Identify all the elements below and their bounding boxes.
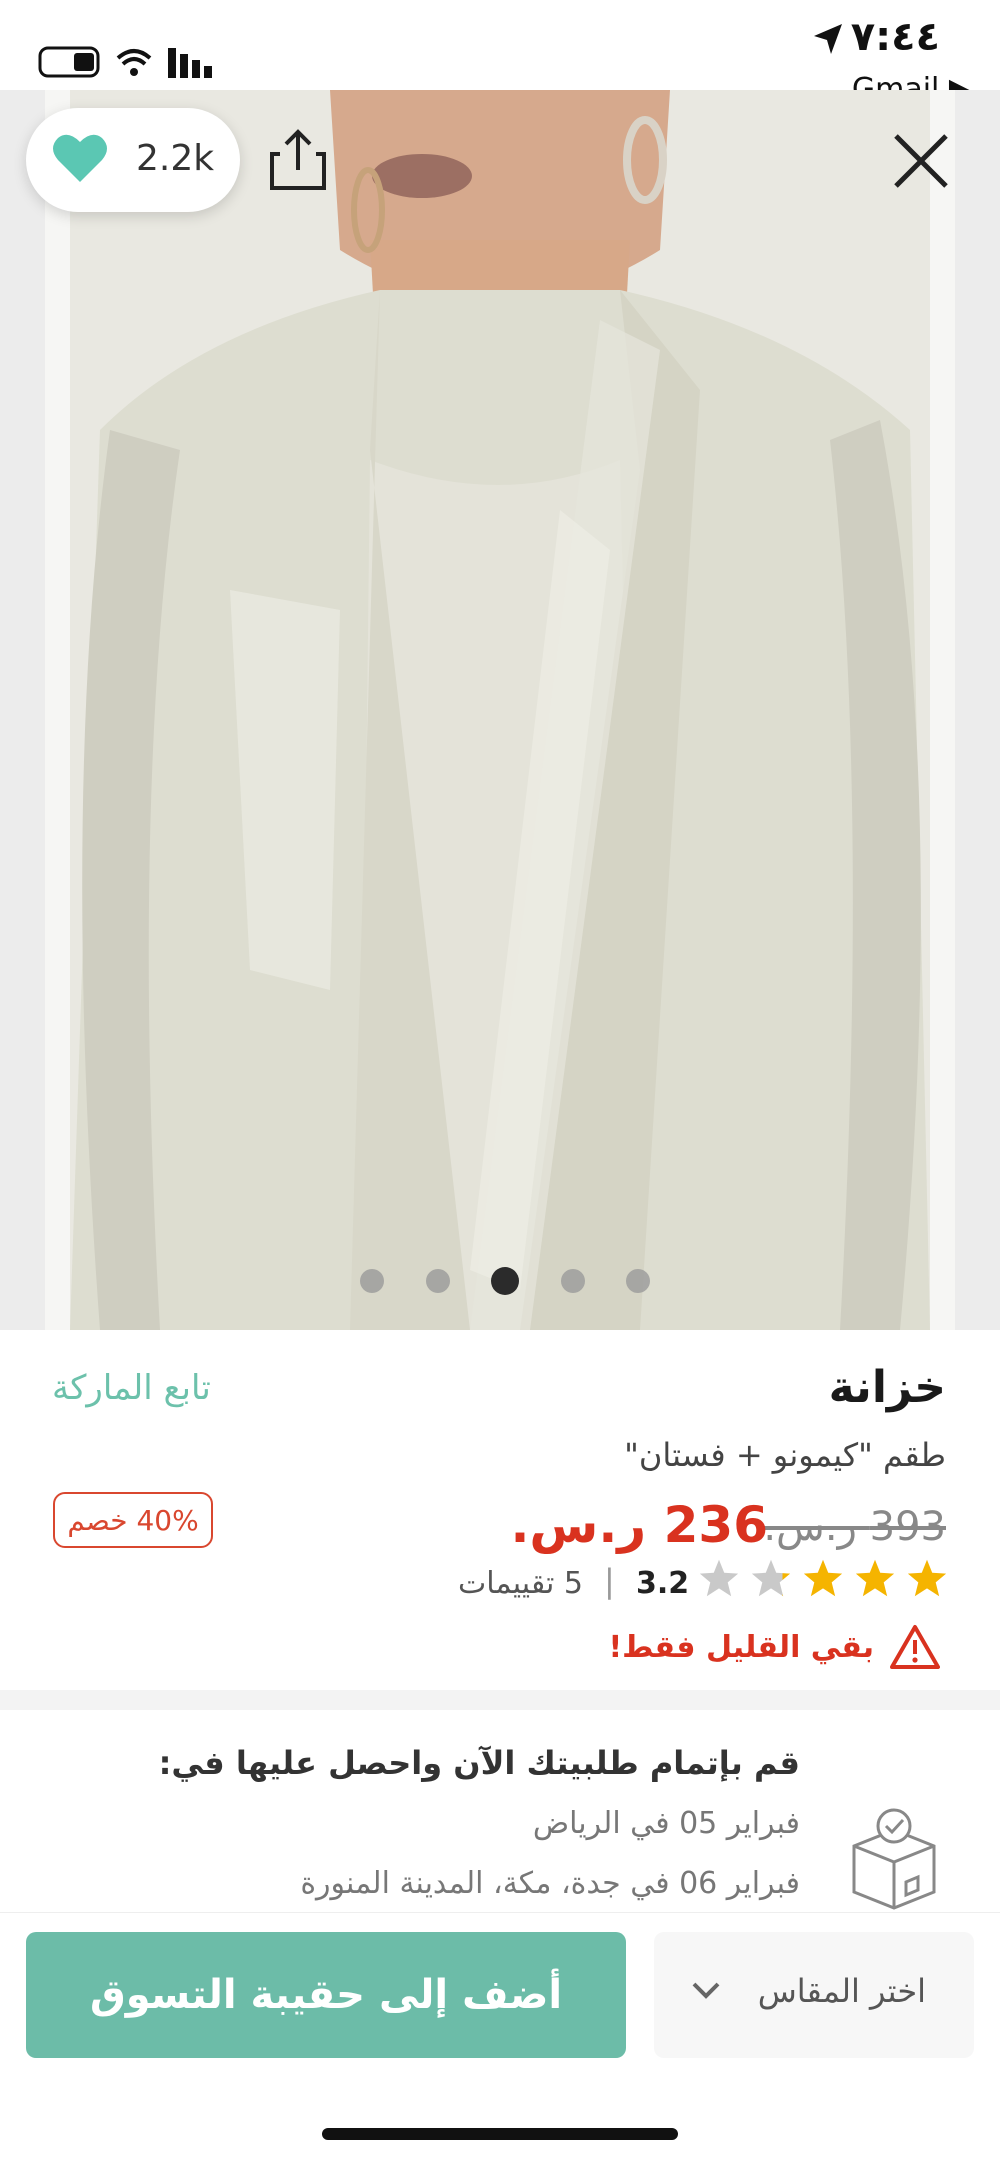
status-icons: [38, 46, 152, 78]
delivery-box-icon: [852, 1808, 936, 1910]
pager-dot-active[interactable]: [491, 1267, 519, 1295]
like-count: 2.2k: [136, 138, 215, 179]
warning-icon: [890, 1625, 940, 1669]
star-icon-empty: [699, 1559, 739, 1597]
rating-stars[interactable]: [698, 1558, 948, 1598]
size-select[interactable]: اختر المقاس: [654, 1932, 974, 2058]
close-icon[interactable]: [890, 130, 952, 192]
like-button[interactable]: 2.2k: [26, 108, 240, 212]
product-title: طقم "كيمونو + فستان": [624, 1436, 946, 1474]
product-image[interactable]: [0, 90, 1000, 1330]
new-price: 236 ر.س.: [510, 1496, 768, 1554]
status-bar: ٧:٤٤ Gmail ▶: [0, 0, 1000, 107]
pager-dot[interactable]: [626, 1269, 650, 1293]
low-stock-warning: بقي القليل فقط!: [608, 1630, 874, 1665]
add-to-bag-button[interactable]: أضف إلى حقيبة التسوق: [26, 1932, 626, 2058]
section-divider: [0, 1690, 1000, 1710]
home-indicator[interactable]: [322, 2128, 678, 2140]
delivery-date-riyadh: فبراير 05 في الرياض: [532, 1806, 800, 1841]
status-time: ٧:٤٤: [850, 14, 940, 60]
pager-dot[interactable]: [360, 1269, 384, 1293]
star-icon-filled: [907, 1559, 947, 1597]
discount-badge: 40% خصم: [53, 1492, 213, 1548]
star-icon-filled: [803, 1559, 843, 1597]
delivery-date-other-cities: فبراير 06 في جدة، مكة، المدينة المنورة: [300, 1866, 800, 1901]
rating-separator: |: [604, 1562, 615, 1600]
location-arrow-icon: [814, 24, 842, 54]
rating-value: 3.2: [636, 1566, 690, 1601]
share-icon[interactable]: [268, 128, 328, 192]
old-price: 393 ر.س.: [763, 1504, 946, 1550]
reviews-count[interactable]: 5 تقييمات: [458, 1566, 583, 1601]
heart-icon: [53, 134, 107, 182]
chevron-down-icon: [692, 1982, 720, 1999]
image-pager[interactable]: [360, 1266, 650, 1296]
star-icon-partial: [751, 1559, 791, 1597]
pager-dot[interactable]: [560, 1269, 585, 1293]
follow-brand-link[interactable]: تابع الماركة: [52, 1368, 211, 1408]
pager-dot[interactable]: [425, 1269, 450, 1293]
star-icon-filled: [855, 1559, 895, 1597]
delivery-title: قم بإتمام طلبيتك الآن واحصل عليها في:: [158, 1744, 800, 1782]
signal-icon: [168, 48, 212, 78]
product-photo: [0, 90, 1000, 1330]
brand-name[interactable]: خزانة: [829, 1362, 946, 1413]
size-select-label: اختر المقاس: [757, 1972, 926, 2010]
